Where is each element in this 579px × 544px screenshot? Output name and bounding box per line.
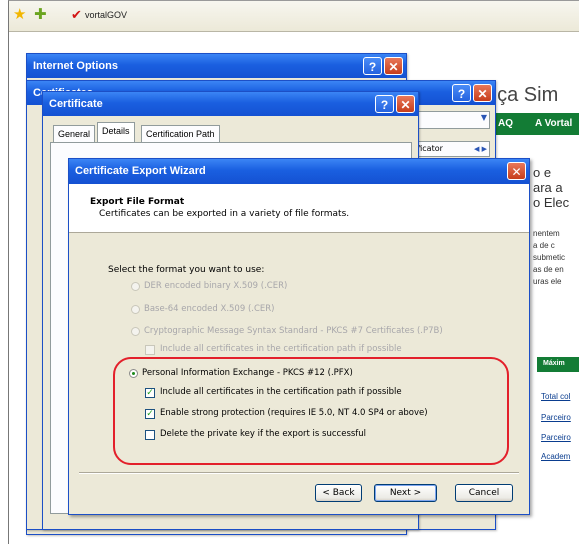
add-favorite-icon[interactable]: ✚ <box>34 7 47 22</box>
radio-der[interactable] <box>131 282 140 291</box>
tab-title[interactable]: vortalGOV <box>85 10 127 20</box>
close-icon[interactable]: ✕ <box>384 57 403 75</box>
site-text-line: uras ele <box>533 277 562 286</box>
export-wizard-window: Certificate Export Wizard ✕ Export File … <box>68 158 530 515</box>
vortal-logo-icon: ✔ <box>71 8 82 23</box>
site-link[interactable]: Parceiro <box>541 413 571 422</box>
wizard-title: Certificate Export Wizard <box>75 165 206 177</box>
internet-options-titlebar: Internet Options ? ✕ <box>27 54 406 78</box>
site-text-line: ara a <box>533 180 563 195</box>
site-text-line: nentem <box>533 229 560 238</box>
chevron-down-icon: ▼ <box>480 113 487 122</box>
checkbox-p7b-include-path[interactable] <box>145 345 155 355</box>
close-icon[interactable]: ✕ <box>507 162 526 180</box>
wizard-titlebar: Certificate Export Wizard ✕ <box>69 159 529 184</box>
scroll-arrows-icon[interactable]: ◀ ▶ <box>474 142 487 156</box>
cancel-button[interactable]: Cancel <box>455 484 513 502</box>
window-title: Certificate <box>49 98 103 110</box>
wizard-header: Export File Format Certificates can be e… <box>69 184 529 233</box>
site-heading: nça Sim <box>486 84 559 106</box>
site-text-line: submetic <box>533 253 566 262</box>
tab-details[interactable]: Details <box>97 122 135 142</box>
help-icon[interactable]: ? <box>375 95 394 113</box>
radio-pkcs7[interactable] <box>131 327 140 336</box>
site-text-line: a de c <box>533 241 555 250</box>
option-base64-label: Base-64 encoded X.509 (.CER) <box>144 304 275 314</box>
purpose-dropdown[interactable]: ▼ <box>412 111 490 129</box>
favorites-star-icon[interactable]: ★ <box>13 7 26 22</box>
site-text-line: as de en <box>533 265 564 274</box>
window-title: Internet Options <box>33 60 118 72</box>
site-link[interactable]: Parceiro <box>541 433 571 442</box>
wizard-page-subtitle: Certificates can be exported in a variet… <box>99 209 350 219</box>
nav-item-faq[interactable]: AQ <box>498 118 513 129</box>
help-icon[interactable]: ? <box>363 57 382 75</box>
site-section-label: Máxim <box>543 360 565 367</box>
annotation-highlight <box>113 357 509 465</box>
wizard-page-title: Export File Format <box>90 197 185 207</box>
help-icon[interactable]: ? <box>452 84 471 102</box>
certificate-titlebar: Certificate ? ✕ <box>43 92 418 116</box>
site-link[interactable]: Total col <box>541 392 570 401</box>
site-text-line: o Elec <box>533 195 570 210</box>
close-icon[interactable]: ✕ <box>473 84 492 102</box>
button-separator <box>79 472 519 474</box>
radio-base64[interactable] <box>131 305 140 314</box>
site-text-line: o e <box>533 165 552 180</box>
tab-certification-authorities[interactable]: ificator <box>415 142 443 156</box>
nav-item-vortal[interactable]: A Vortal <box>535 118 572 129</box>
next-button[interactable]: Next > <box>374 484 437 502</box>
format-prompt: Select the format you want to use: <box>108 265 265 275</box>
option-der-label: DER encoded binary X.509 (.CER) <box>144 281 288 291</box>
cert-tab-strip[interactable]: ificator ◀ ▶ <box>412 141 490 157</box>
tab-certification-path[interactable]: Certification Path <box>141 125 220 142</box>
option-pkcs7-label: Cryptographic Message Syntax Standard - … <box>144 326 443 336</box>
site-link[interactable]: Academ <box>541 452 570 461</box>
tab-general[interactable]: General <box>53 125 96 142</box>
checkbox-p7b-include-path-label: Include all certificates in the certific… <box>160 344 402 354</box>
browser-toolbar: ★ ✚ ✔ vortalGOV <box>9 1 579 32</box>
back-button[interactable]: < Back <box>315 484 362 502</box>
close-icon[interactable]: ✕ <box>396 95 415 113</box>
